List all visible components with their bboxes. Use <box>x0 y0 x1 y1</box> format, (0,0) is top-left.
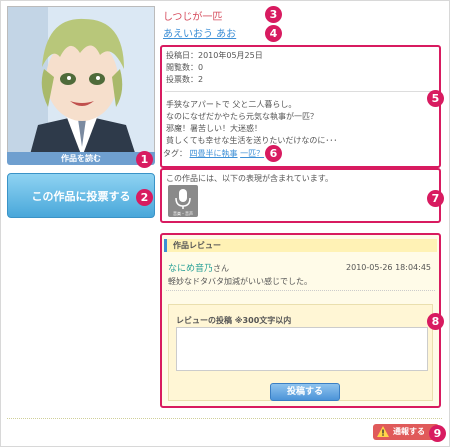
warning-icon <box>377 426 389 437</box>
vote-count: 投票数：2 <box>166 75 204 84</box>
callout-marker-8: 8 <box>427 313 444 330</box>
callout-marker-3: 3 <box>265 6 282 23</box>
work-title: しつじが一匹 <box>163 12 223 23</box>
tag-list: タグ： 四畳半に執事 一匹？ <box>163 148 264 159</box>
author-link[interactable]: あえいおう あお <box>163 25 236 40</box>
review-textarea[interactable] <box>176 327 428 371</box>
tag-label: タグ： <box>163 149 187 158</box>
content-notice-box: この作品には、以下の表現が含まれています。 音楽・音声 <box>160 168 441 223</box>
info-divider <box>165 91 436 92</box>
callout-marker-9: 9 <box>429 425 446 442</box>
review-section: 作品レビュー なにめ音乃さん 2010-05-26 18:04:45 軽妙なドタ… <box>160 233 441 408</box>
view-count: 閲覧数：0 <box>166 63 204 72</box>
callout-marker-2: 2 <box>136 189 153 206</box>
work-description: 手狭なアパートで 父と二人暮らし。 なのになぜだかやたら元気な執事が一匹？ 邪魔… <box>166 99 416 147</box>
reviewer-name[interactable]: なにめ音乃さん <box>168 261 229 274</box>
vote-button[interactable]: この作品に投票する <box>7 173 155 218</box>
review-body: 軽妙なドタバタ加減がいい感じでした。 <box>168 277 312 286</box>
description-line: 手狭なアパートで 父と二人暮らし。 <box>166 100 297 109</box>
review-header: 作品レビュー <box>164 239 437 252</box>
reviewer-link[interactable]: なにめ音乃 <box>168 264 213 274</box>
callout-marker-1: 1 <box>136 151 153 168</box>
music-audio-icon: 音楽・音声 <box>168 185 198 217</box>
description-line: 邪魔！暑苦しい！大迷惑！ <box>166 124 262 133</box>
tag-link[interactable]: 一匹？ <box>240 149 264 158</box>
review-divider <box>166 290 435 291</box>
content-notice-text: この作品には、以下の表現が含まれています。 <box>166 174 333 183</box>
posted-date: 投稿日：2010年05月25日 <box>166 51 263 60</box>
reviewer-suffix: さん <box>213 264 230 273</box>
callout-marker-4: 4 <box>265 25 282 42</box>
review-date: 2010-05-26 18:04:45 <box>346 263 431 272</box>
description-line: 貧しくても幸せな生活を送りたいだけなのに･･･ <box>166 136 338 145</box>
description-line: なのになぜだかやたら元気な執事が一匹？ <box>166 112 318 121</box>
footer-divider <box>7 418 442 419</box>
cover-image[interactable] <box>7 6 155 161</box>
icon-caption: 音楽・音声 <box>173 210 193 216</box>
callout-marker-5: 5 <box>427 90 444 107</box>
callout-marker-7: 7 <box>427 190 444 207</box>
report-label: 通報する <box>393 427 425 436</box>
submit-review-button[interactable]: 投稿する <box>270 383 340 401</box>
tag-link[interactable]: 四畳半に執事 <box>190 149 238 158</box>
work-meta: 投稿日：2010年05月25日 閲覧数：0 投票数：2 <box>166 50 263 86</box>
review-post-label: レビューの投稿 ※300文字以内 <box>176 316 292 325</box>
read-work-button[interactable]: 作品を読む <box>7 152 155 165</box>
callout-marker-6: 6 <box>265 145 282 162</box>
